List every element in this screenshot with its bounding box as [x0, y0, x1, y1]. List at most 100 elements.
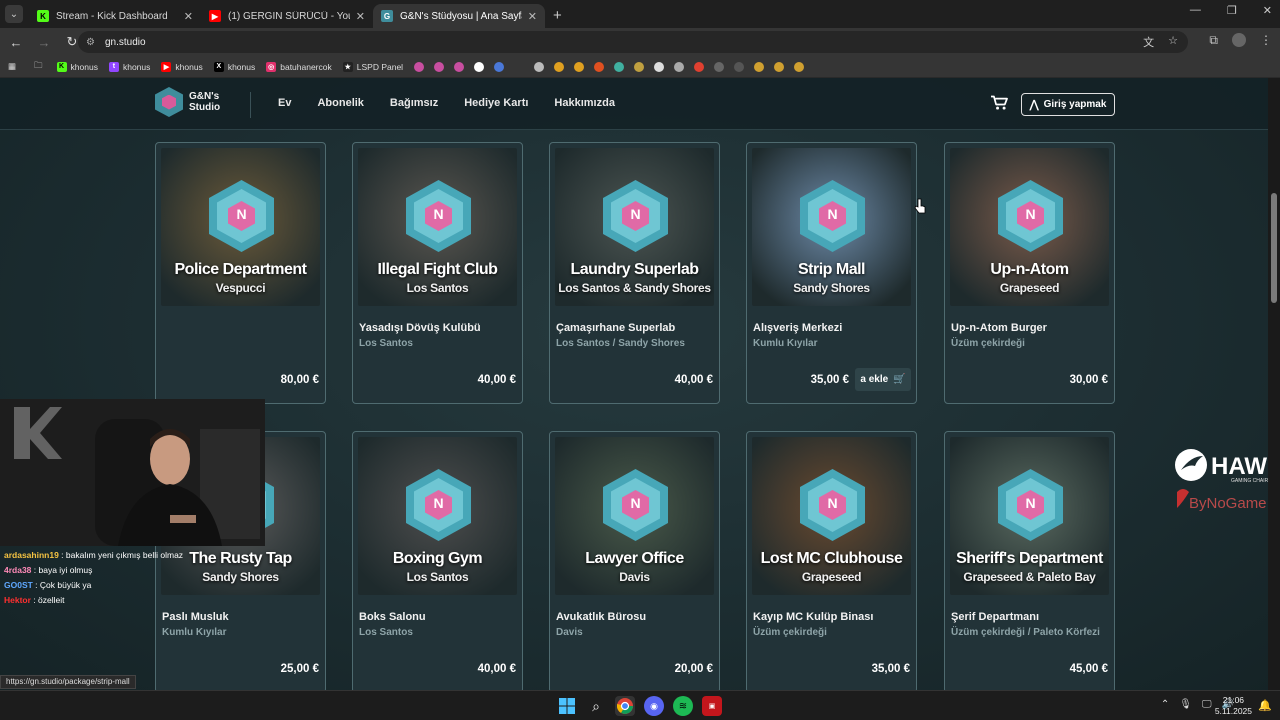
tab-kick-dashboard[interactable]: K Stream - Kick Dashboard ✕ [29, 4, 201, 28]
bookmark-icon[interactable] [534, 61, 545, 72]
translate-icon[interactable]: 文 [1143, 34, 1154, 50]
bookmark-icon[interactable] [694, 61, 705, 72]
login-button[interactable]: ⋀ Giriş yapmak [1021, 93, 1115, 116]
product-image-subtitle: Los Santos & Sandy Shores [558, 281, 711, 295]
bookmark-icon[interactable] [554, 61, 565, 72]
search-icon[interactable]: ⌕ [586, 696, 606, 716]
bookmark-icon[interactable] [774, 61, 785, 72]
product-price: 30,00 € [1069, 374, 1108, 386]
bookmark-icon[interactable] [674, 61, 685, 72]
add-to-cart-button[interactable]: a ekle 🛒 [855, 368, 911, 391]
bookmark-icon[interactable] [434, 61, 445, 72]
media-app-icon[interactable]: ▣ [702, 696, 722, 716]
bookmarks-bar: ▦ 🗀 Kkhonus t khonus ▶ khonus Xkhonus ◎ bat… [0, 56, 1280, 78]
product-card[interactable]: N Police Department Vespucci 80,00 € [155, 142, 326, 404]
bookmark-icon[interactable] [574, 61, 585, 72]
nav-standalone[interactable]: Bağımsız [390, 97, 438, 109]
apps-icon[interactable]: ▦ [8, 61, 16, 72]
bookmark-lspd[interactable]: ★ LSPD Panel [342, 61, 403, 72]
bookmark-icon[interactable] [754, 61, 765, 72]
chrome-icon[interactable] [615, 696, 635, 716]
bookmark-icon[interactable] [594, 61, 605, 72]
nav-subscription[interactable]: Abonelik [317, 97, 363, 109]
bookmark-icon[interactable] [454, 61, 465, 72]
close-window-icon[interactable]: ✕ [1263, 4, 1272, 17]
spotify-icon[interactable]: ≋ [673, 696, 693, 716]
tray-overflow-icon[interactable]: ⌃ [1161, 699, 1169, 710]
bookmark-icon[interactable] [654, 61, 665, 72]
tab-search-button[interactable]: ⌄ [5, 5, 23, 23]
product-card[interactable]: N Laundry Superlab Los Santos & Sandy Shor… [549, 142, 720, 404]
network-icon[interactable]: 🖵 [1202, 699, 1212, 710]
product-card[interactable]: N Illegal Fight Club Los Santos Yasadışı Dö… [352, 142, 523, 404]
svg-text:GAMING CHAIR: GAMING CHAIR [1231, 478, 1269, 484]
cart-icon: 🛒 [893, 374, 906, 385]
nav-about[interactable]: Hakkımızda [554, 97, 615, 109]
bookmark-twitch[interactable]: t khonus [108, 61, 150, 72]
product-card[interactable]: N Lost MC Clubhouse Grapeseed Kayıp MC Kulü… [746, 431, 917, 690]
scroll-thumb[interactable] [1271, 193, 1277, 303]
close-icon[interactable]: ✕ [356, 10, 365, 23]
folder-icon[interactable]: 🗀 [34, 60, 43, 74]
tab-youtube[interactable]: ▶ (1) GERGİN SÜRÜCÜ - YouTube ✕ [201, 4, 373, 28]
product-image-subtitle: Grapeseed [801, 570, 862, 584]
bookmark-x[interactable]: Xkhonus [213, 61, 255, 72]
bookmark-icon[interactable] [494, 61, 505, 72]
windows-start-icon[interactable] [557, 696, 577, 716]
bookmark-icon[interactable] [714, 61, 725, 72]
clock-time: 21:06 [1222, 695, 1245, 705]
menu-icon[interactable]: ⋮ [1260, 33, 1272, 48]
chat-text: : Çok büyük ya [32, 580, 92, 590]
instagram-icon: ◎ [266, 61, 277, 72]
bookmark-icon[interactable] [474, 61, 485, 72]
product-image-subtitle: Davis [619, 570, 650, 584]
bookmark-icon[interactable] [614, 61, 625, 72]
address-bar[interactable]: ⚙ gn.studio 文 ☆ [78, 31, 1188, 53]
chat-text: : bakalım yeni çıkmış belli olmaz [58, 550, 184, 560]
product-card[interactable]: N Up-n-Atom Grapeseed Up-n-Atom Burger Üzüm … [944, 142, 1115, 404]
site-logo[interactable]: G&N's Studio [155, 87, 220, 117]
product-card[interactable]: N Lawyer Office Davis Avukatlık Bürosu Davis… [549, 431, 720, 690]
profile-avatar[interactable] [1232, 33, 1246, 47]
product-card[interactable]: N Boxing Gym Los Santos Boks Salonu Los Sant… [352, 431, 523, 690]
bookmark-icon[interactable] [414, 61, 425, 72]
close-icon[interactable]: ✕ [184, 10, 193, 23]
extensions-icon[interactable]: ⧉ [1209, 33, 1218, 48]
logo-line-2: Studio [189, 102, 221, 113]
bookmark-icon[interactable] [794, 61, 805, 72]
chat-text: : baya iyi olmuş [31, 565, 93, 575]
microphone-icon[interactable]: 🎙 [1179, 699, 1192, 710]
cart-icon[interactable] [990, 95, 1008, 111]
chat-message: 4rda38 : baya iyi olmuş [4, 563, 183, 578]
login-icon: ⋀ [1029, 99, 1039, 111]
bookmark-star-icon[interactable]: ☆ [1168, 34, 1178, 50]
nav-home[interactable]: Ev [278, 97, 291, 109]
bookmark-kick[interactable]: Kkhonus [56, 61, 98, 72]
forward-icon[interactable]: → [32, 35, 56, 50]
youtube-icon: ▶ [209, 10, 221, 22]
back-icon[interactable]: ← [4, 35, 28, 50]
product-card[interactable]: N Strip Mall Sandy Shores Alışveriş Merkezi… [746, 142, 917, 404]
restore-icon[interactable]: ❐ [1227, 4, 1237, 17]
page-scrollbar[interactable] [1268, 78, 1280, 690]
notification-bell-icon[interactable]: 🔔 [1258, 699, 1272, 712]
site-info-icon[interactable]: ⚙ [86, 37, 95, 48]
tab-title: G&N's Stüdyosu | Ana Sayfa [400, 10, 522, 22]
product-name: Kayıp MC Kulüp Binası [753, 611, 874, 623]
tab-gn-studio[interactable]: G G&N's Stüdyosu | Ana Sayfa ✕ [373, 4, 545, 28]
product-image-subtitle: Grapeseed [999, 281, 1060, 295]
bookmark-instagram[interactable]: ◎ batuhanercok [266, 61, 332, 72]
product-card[interactable]: N Sheriff's Department Grapeseed & Paleto … [944, 431, 1115, 690]
bookmark-icon[interactable] [634, 61, 645, 72]
hawk-logo: HAWK GAMING CHAIR ByNoGame [1175, 449, 1280, 512]
close-icon[interactable]: ✕ [528, 10, 537, 23]
product-image-subtitle: Sandy Shores [793, 281, 870, 295]
product-image-title: Police Department [174, 261, 307, 278]
bookmark-icon[interactable] [734, 61, 745, 72]
bookmark-youtube[interactable]: ▶ khonus [161, 61, 203, 72]
nav-gift-card[interactable]: Hediye Kartı [464, 97, 528, 109]
minimize-icon[interactable]: — [1190, 4, 1201, 17]
discord-icon[interactable]: ◉ [644, 696, 664, 716]
taskbar-clock[interactable]: 21:06 5.11.2025 [1215, 695, 1252, 717]
new-tab-button[interactable]: + [553, 7, 562, 24]
